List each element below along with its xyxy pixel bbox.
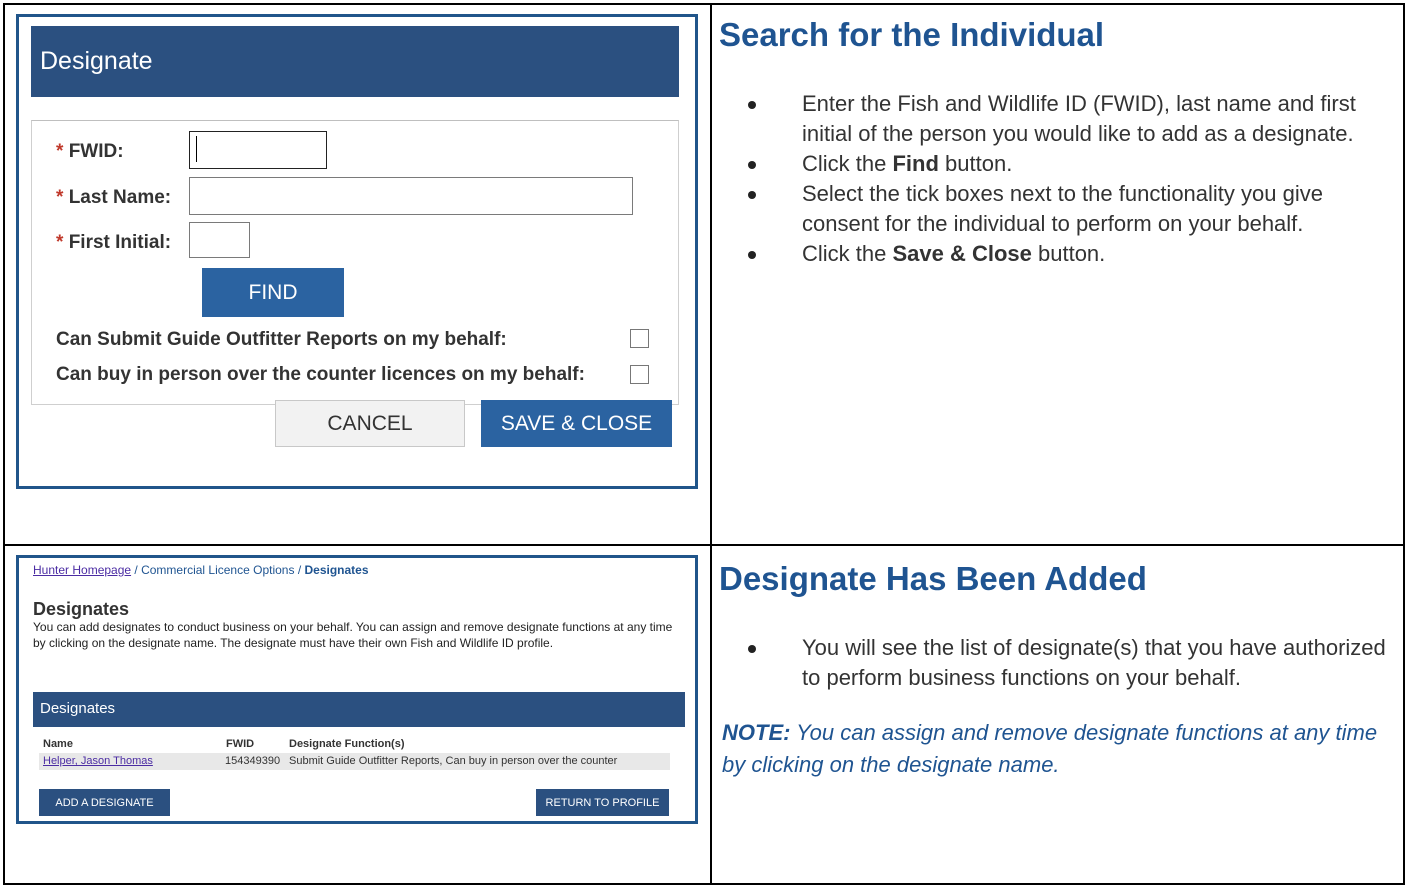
checkbox2-label: Can buy in person over the counter licen… (56, 364, 585, 385)
dialog-header: Designate (31, 26, 679, 97)
bullet-text: Click the (802, 241, 893, 266)
designate-dialog-screenshot: Designate * FWID: * Last Name: * First I… (16, 14, 698, 489)
required-mark: * (56, 187, 64, 208)
dialog-form: * FWID: * Last Name: * First Initial: FI… (31, 120, 679, 405)
breadcrumb-separator: / (294, 563, 305, 577)
save-close-button[interactable]: SAVE & CLOSE (481, 400, 672, 447)
bullet-bold-text: Find (892, 151, 939, 176)
required-mark: * (56, 141, 64, 162)
section1-heading: Search for the Individual (719, 16, 1105, 53)
dialog-title: Designate (40, 47, 153, 75)
initial-label: * First Initial: (56, 232, 171, 254)
table-divider-vertical (710, 5, 712, 883)
breadcrumb-separator: / (131, 563, 142, 577)
find-button[interactable]: FIND (202, 268, 344, 317)
bullet-item: You will see the list of designate(s) th… (730, 633, 1390, 693)
section2-heading: Designate Has Been Added (719, 560, 1147, 597)
fwid-label: * FWID: (56, 141, 124, 163)
page-title: Designates (33, 599, 130, 619)
bullet-text: button. (938, 151, 1013, 176)
bullet-item: Click the Save & Close button. (730, 239, 1400, 269)
table-row: Helper, Jason Thomas 154349390 Submit Gu… (39, 753, 670, 770)
note-text: NOTE: You can assign and remove designat… (722, 717, 1392, 781)
table-divider-horizontal (5, 544, 1403, 546)
lastname-input[interactable] (189, 177, 633, 215)
initial-label-text: First Initial: (68, 232, 172, 253)
cancel-button[interactable]: CANCEL (275, 400, 465, 447)
fwid-input[interactable] (189, 131, 327, 169)
section2-bullets: You will see the list of designate(s) th… (730, 633, 1390, 693)
designate-fwid: 154349390 (225, 755, 281, 767)
designates-page-screenshot: Hunter Homepage / Commercial Licence Opt… (16, 555, 698, 824)
bullet-text: You will see the list of designate(s) th… (802, 635, 1386, 690)
counter-licences-checkbox[interactable] (630, 365, 649, 384)
section1-bullets: Enter the Fish and Wildlife ID (FWID), l… (730, 89, 1400, 269)
guide-reports-checkbox[interactable] (630, 329, 649, 348)
fwid-label-text: FWID: (68, 141, 124, 162)
bullet-text: button. (1031, 241, 1106, 266)
column-header-fwid: FWID (226, 738, 255, 750)
designates-panel-header: Designates (33, 692, 685, 727)
designate-functions: Submit Guide Outfitter Reports, Can buy … (289, 755, 618, 767)
bullet-text: Click the (802, 151, 893, 176)
note-label: NOTE: (722, 720, 791, 745)
breadcrumb: Hunter Homepage / Commercial Licence Opt… (33, 563, 369, 577)
first-initial-input[interactable] (189, 222, 250, 258)
bullet-text: Enter the Fish and Wildlife ID (FWID), l… (802, 91, 1356, 146)
lastname-label-text: Last Name: (68, 187, 172, 208)
text-caret (196, 136, 197, 162)
bullet-bold-text: Save & Close (892, 241, 1032, 266)
designate-name-link[interactable]: Helper, Jason Thomas (43, 755, 153, 767)
note-body: You can assign and remove designate func… (722, 720, 1378, 777)
page-description: You can add designates to conduct busine… (33, 620, 673, 650)
column-header-functions: Designate Function(s) (289, 738, 405, 750)
return-to-profile-button[interactable]: RETURN TO PROFILE (536, 789, 669, 816)
breadcrumb-commercial-licence-options[interactable]: Commercial Licence Options (141, 563, 294, 577)
bullet-item: Enter the Fish and Wildlife ID (FWID), l… (730, 89, 1400, 149)
bullet-item: Select the tick boxes next to the functi… (730, 179, 1400, 239)
add-designate-button[interactable]: ADD A DESIGNATE (39, 789, 170, 816)
breadcrumb-hunter-homepage[interactable]: Hunter Homepage (33, 563, 131, 577)
bullet-item: Click the Find button. (730, 149, 1400, 179)
required-mark: * (56, 232, 64, 253)
panel-title: Designates (40, 700, 116, 717)
breadcrumb-current: Designates (304, 563, 369, 577)
bullet-text: Select the tick boxes next to the functi… (802, 181, 1323, 236)
checkbox1-label: Can Submit Guide Outfitter Reports on my… (56, 329, 507, 350)
lastname-label: * Last Name: (56, 187, 171, 209)
column-header-name: Name (43, 738, 73, 750)
